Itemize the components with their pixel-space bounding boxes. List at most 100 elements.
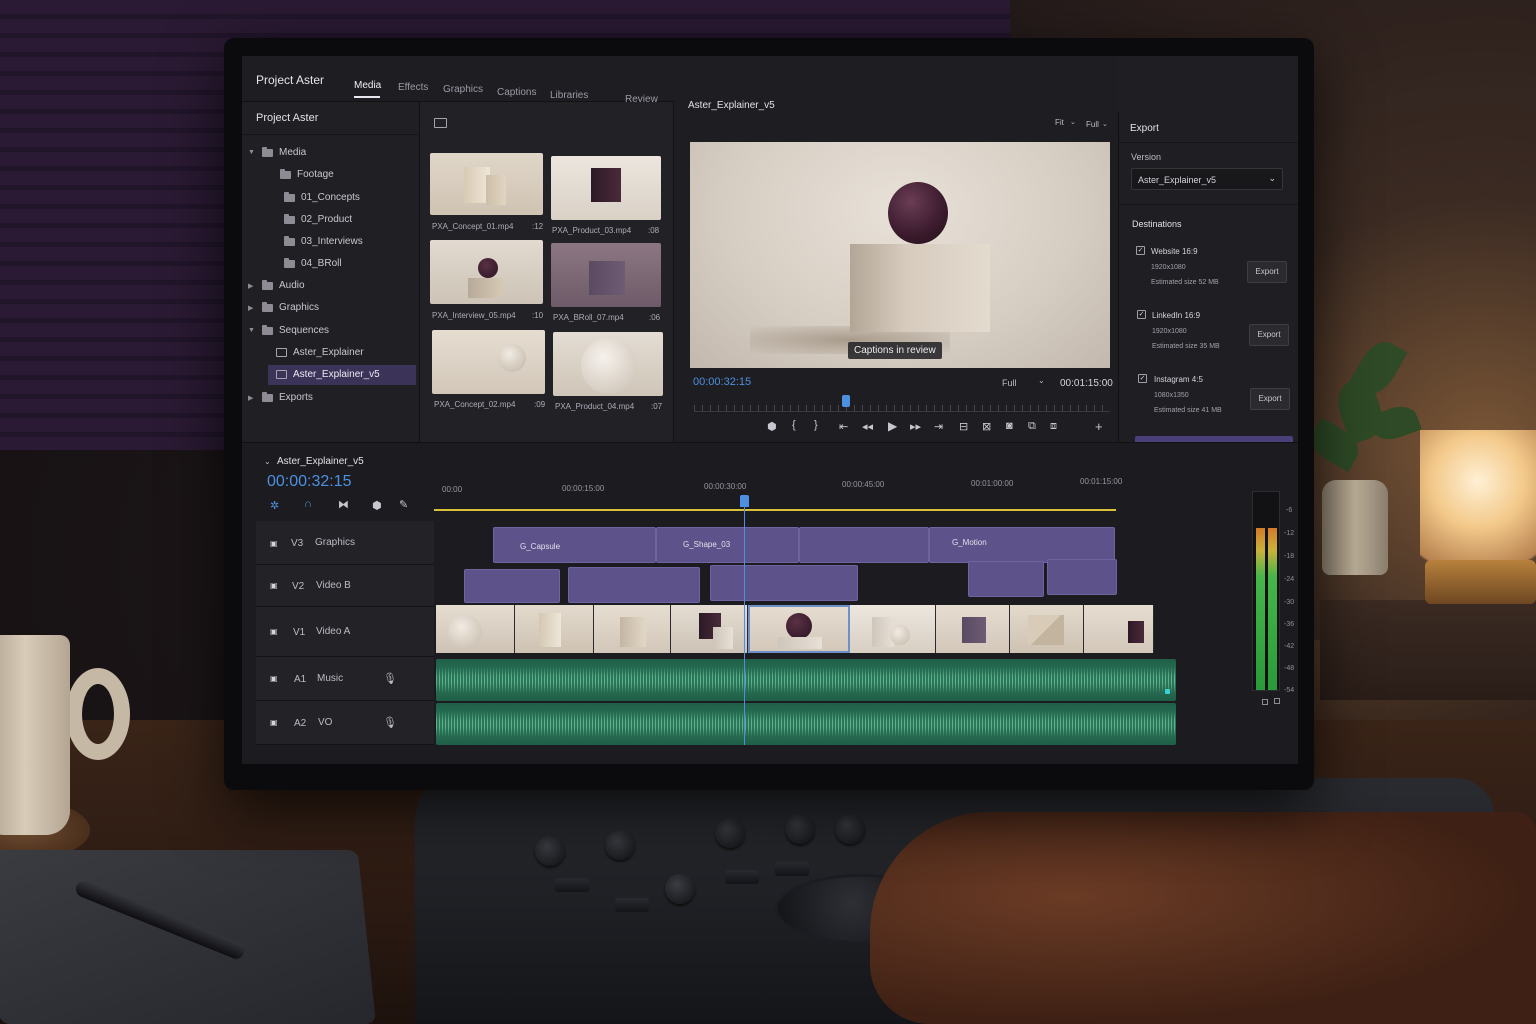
- console-knob[interactable]: [535, 836, 565, 866]
- tree-item-sequences[interactable]: ▼ Sequences: [248, 324, 329, 336]
- add-edit-icon[interactable]: ⧓: [338, 498, 349, 511]
- program-video-frame[interactable]: Captions in review: [690, 142, 1110, 368]
- go-to-out-icon[interactable]: ⇥: [934, 420, 943, 433]
- tree-item-04-broll[interactable]: 04_BRoll: [284, 257, 342, 269]
- track-header-a2[interactable]: ▣ A2 VO 🎙: [256, 701, 434, 745]
- console-key[interactable]: [775, 862, 809, 876]
- solo-left-button[interactable]: [1262, 699, 1268, 705]
- tree-item-exports[interactable]: ▶ Exports: [248, 391, 313, 403]
- comparison-view-icon[interactable]: ⧉: [1028, 420, 1036, 433]
- video-a-clip[interactable]: [436, 605, 515, 653]
- media-thumbnail[interactable]: [430, 240, 543, 304]
- video-a-clip[interactable]: [1084, 605, 1154, 653]
- microphone-icon[interactable]: 🎙: [383, 716, 397, 729]
- graphics-clip[interactable]: G_Motion: [929, 527, 1115, 563]
- export-button[interactable]: Export: [1250, 388, 1290, 410]
- tree-item-03-interviews[interactable]: 03_Interviews: [284, 235, 363, 247]
- program-playhead[interactable]: [842, 395, 850, 407]
- linked-selection-icon[interactable]: ∩: [304, 498, 312, 510]
- music-audio-clip[interactable]: [436, 659, 1176, 701]
- work-area-bar[interactable]: [434, 509, 1116, 511]
- marker-icon[interactable]: ⬢: [372, 499, 382, 512]
- go-to-in-icon[interactable]: ⇤: [839, 420, 848, 433]
- graphics-clip[interactable]: G_Shape_03: [656, 527, 799, 563]
- video-a-clip[interactable]: [850, 605, 936, 653]
- media-thumbnail[interactable]: [551, 243, 661, 307]
- video-b-clip[interactable]: [968, 561, 1044, 597]
- console-key[interactable]: [615, 898, 649, 912]
- tree-item-aster-explainer[interactable]: Aster_Explainer: [276, 347, 364, 358]
- track-header-v2[interactable]: ▣ V2 Video B: [256, 565, 434, 607]
- video-a-clip-selected[interactable]: [748, 605, 850, 653]
- tab-effects[interactable]: Effects: [398, 82, 428, 93]
- console-knob[interactable]: [835, 814, 865, 844]
- quality-dropdown[interactable]: Full: [1086, 120, 1099, 129]
- add-button-icon[interactable]: +: [1095, 419, 1103, 434]
- graphics-clip[interactable]: G_Capsule: [493, 527, 656, 563]
- video-b-clip[interactable]: [568, 567, 700, 603]
- track-target-icon[interactable]: ▣: [270, 581, 278, 590]
- graphics-clip[interactable]: [799, 527, 929, 563]
- media-thumbnail[interactable]: [553, 332, 663, 396]
- solo-right-button[interactable]: [1274, 698, 1280, 704]
- tree-item-aster-explainer-v5[interactable]: Aster_Explainer_v5: [276, 369, 380, 380]
- version-select[interactable]: Aster_Explainer_v5 ⌄: [1131, 168, 1283, 190]
- tree-item-media[interactable]: ▼ Media: [248, 146, 306, 158]
- tree-item-01-concepts[interactable]: 01_Concepts: [284, 191, 360, 203]
- destination-checkbox[interactable]: ✓: [1138, 374, 1147, 383]
- track-header-a1[interactable]: ▣ A1 Music 🎙: [256, 657, 434, 701]
- video-a-clip[interactable]: [515, 605, 594, 653]
- track-header-v1[interactable]: ▣ V1 Video A: [256, 607, 434, 657]
- resolution-dropdown[interactable]: Full: [1002, 378, 1017, 388]
- caption-overlay[interactable]: Captions in review: [848, 342, 942, 359]
- console-knob[interactable]: [715, 818, 745, 848]
- fit-dropdown[interactable]: Fit: [1055, 118, 1064, 127]
- insert-icon[interactable]: ⊟: [959, 420, 968, 433]
- console-knob[interactable]: [665, 874, 695, 904]
- marker-icon[interactable]: ⬢: [767, 420, 777, 433]
- media-thumbnail[interactable]: [432, 330, 545, 394]
- microphone-icon[interactable]: 🎙: [383, 672, 397, 685]
- console-key[interactable]: [555, 878, 589, 892]
- media-thumbnail[interactable]: [430, 153, 543, 215]
- tree-item-02-product[interactable]: 02_Product: [284, 213, 352, 225]
- program-scrubber[interactable]: [694, 394, 1110, 412]
- step-back-icon[interactable]: ◂◂: [862, 420, 873, 433]
- tab-graphics[interactable]: Graphics: [443, 84, 483, 95]
- timeline-timecode[interactable]: 00:00:32:15: [267, 473, 352, 491]
- destination-checkbox[interactable]: ✓: [1137, 310, 1146, 319]
- tree-item-audio[interactable]: ▶ Audio: [248, 279, 305, 291]
- overwrite-icon[interactable]: ⊠: [982, 420, 991, 433]
- wrench-icon[interactable]: ✎: [399, 498, 408, 511]
- play-icon[interactable]: ▶: [888, 419, 897, 433]
- export-frame-icon[interactable]: ◙: [1006, 420, 1013, 432]
- chevron-down-icon[interactable]: ⌄: [264, 457, 271, 466]
- export-button[interactable]: Export: [1249, 324, 1289, 346]
- track-header-v3[interactable]: ▣ V3 Graphics: [256, 521, 434, 565]
- snap-icon[interactable]: ✲: [270, 499, 279, 512]
- console-knob[interactable]: [605, 830, 635, 860]
- timeline-playhead[interactable]: [744, 505, 745, 745]
- tab-media[interactable]: Media: [354, 80, 381, 91]
- video-b-clip[interactable]: [1047, 559, 1117, 595]
- video-a-clip[interactable]: [1010, 605, 1084, 653]
- video-b-clip[interactable]: [464, 569, 560, 603]
- tab-libraries[interactable]: Libraries: [550, 90, 588, 101]
- mark-out-icon[interactable]: }: [814, 419, 818, 431]
- video-b-clip[interactable]: [710, 565, 858, 601]
- volume-keyframe[interactable]: [1165, 689, 1170, 694]
- video-a-clip[interactable]: [594, 605, 671, 653]
- tree-item-footage[interactable]: Footage: [266, 168, 334, 180]
- program-timecode[interactable]: 00:00:32:15: [693, 376, 751, 388]
- folder-view-icon[interactable]: [434, 118, 447, 128]
- step-forward-icon[interactable]: ▸▸: [910, 420, 921, 433]
- tab-captions[interactable]: Captions: [497, 87, 536, 98]
- video-a-filmstrip[interactable]: [436, 605, 1154, 653]
- vo-audio-clip[interactable]: [436, 703, 1176, 745]
- console-key[interactable]: [725, 870, 759, 884]
- video-a-clip[interactable]: [671, 605, 748, 653]
- tree-item-graphics[interactable]: ▶ Graphics: [248, 301, 319, 313]
- mark-in-icon[interactable]: {: [792, 419, 796, 431]
- media-thumbnail[interactable]: [551, 156, 661, 220]
- track-target-icon[interactable]: ▣: [270, 627, 278, 636]
